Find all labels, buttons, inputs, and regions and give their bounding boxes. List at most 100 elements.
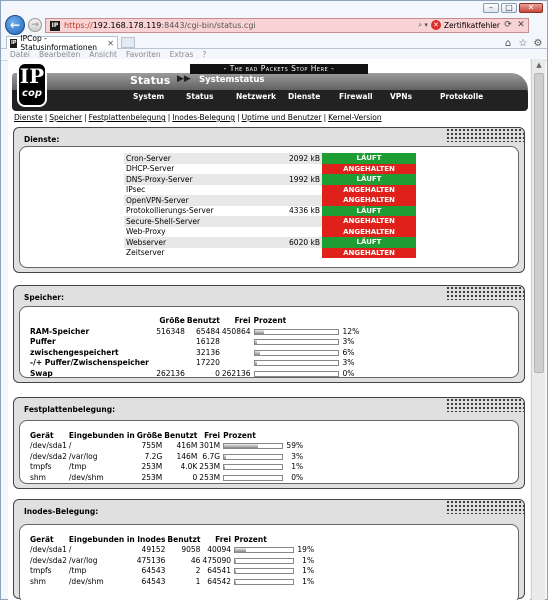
col-geraet: Gerät — [30, 430, 54, 440]
tab-ipcop-status[interactable]: IP IPCop - Statusinformationen ✕ — [6, 34, 118, 52]
tab-close-icon[interactable]: ✕ — [107, 39, 114, 48]
service-row: DNS-Proxy-Server 1992 kB LÄUFT — [124, 174, 416, 185]
percent: 19% — [297, 545, 315, 555]
usage-bar-fill — [235, 548, 247, 553]
menu-favoriten[interactable]: Favoriten — [126, 50, 161, 59]
memory-table: Größe Benutzt Frei Prozent RAM-Speicher 5… — [29, 315, 362, 379]
service-name: IPsec — [126, 185, 146, 195]
menu-help[interactable]: ? — [202, 50, 206, 59]
free: 301M — [199, 441, 221, 451]
memory-used: 16128 — [196, 337, 220, 347]
cert-error-icon[interactable]: ✕ — [430, 20, 441, 30]
minimize-button[interactable]: – — [483, 3, 499, 13]
title-bar: – □ ✕ — [1, 1, 547, 15]
total: 64543 — [141, 566, 166, 576]
service-memory — [268, 195, 322, 206]
memory-used: 32136 — [196, 347, 220, 357]
memory-free — [221, 337, 252, 348]
vertical-scrollbar[interactable]: ▲ — [531, 59, 545, 600]
nav-protokolle[interactable]: Protokolle — [440, 92, 483, 101]
nav-status[interactable]: Status — [186, 92, 213, 101]
used: 416M — [176, 441, 198, 451]
main-nav: System Status Netzwerk Dienste Firewall … — [12, 92, 528, 104]
home-icon[interactable]: ⌂ — [502, 38, 514, 50]
stop-icon[interactable]: ✕ — [516, 20, 526, 30]
nav-dienste[interactable]: Dienste — [288, 92, 320, 101]
inodes-row: /dev/sda2/var/log 475136 46 475090 1% — [29, 555, 315, 566]
device-name: tmpfs — [30, 462, 52, 472]
new-tab-button[interactable] — [121, 37, 135, 48]
percent: 3% — [291, 451, 304, 461]
nav-system[interactable]: System — [133, 92, 164, 101]
scroll-thumb[interactable] — [534, 73, 544, 373]
memory-label: RAM-Speicher — [30, 326, 90, 336]
nav-netzwerk[interactable]: Netzwerk — [236, 92, 276, 101]
close-window-button[interactable]: ✕ — [519, 3, 543, 13]
refresh-icon[interactable]: ⟳ — [503, 20, 513, 30]
link-speicher[interactable]: Speicher — [49, 113, 82, 122]
tab-row: IP IPCop - Statusinformationen ✕ ⌂ ☆ ⚙ — [1, 34, 547, 52]
memory-free: 262136 — [221, 368, 251, 378]
disk-row: shm/dev/shm 253M 0 253M 0% — [29, 472, 304, 483]
service-name: Webserver — [124, 237, 268, 248]
menu-extras[interactable]: Extras — [170, 50, 194, 59]
usage-bar-fill — [224, 454, 226, 459]
scroll-up-arrow-icon[interactable]: ▲ — [532, 59, 546, 71]
link-inodes-belegung[interactable]: Inodes-Belegung — [172, 113, 235, 122]
memory-size: 262136 — [156, 368, 185, 378]
service-status-badge: LÄUFT — [322, 174, 416, 185]
service-row: OpenVPN-Server ANGEHALTEN — [124, 195, 416, 206]
mount-point: /var/log — [68, 555, 98, 565]
nav-vpns[interactable]: VPNs — [390, 92, 412, 101]
link-dienste[interactable]: Dienste — [14, 113, 43, 122]
used: 146M — [176, 451, 198, 461]
cert-error-text[interactable]: Zertifikatfehler — [444, 21, 500, 30]
settings-gear-icon[interactable]: ⚙ — [532, 38, 544, 50]
search-dropdown-icon[interactable]: ⌕ ▾ — [418, 21, 428, 30]
memory-size — [150, 347, 186, 358]
favorites-star-icon[interactable]: ☆ — [517, 38, 529, 50]
total: 253M — [141, 462, 163, 472]
memory-size — [150, 337, 186, 348]
service-status-badge: LÄUFT — [322, 237, 416, 248]
free: 253M — [199, 462, 221, 472]
services-table: Cron-Server 2092 kB LÄUFT DHCP-Server ANGEHA… — [124, 153, 416, 258]
usage-bar — [223, 443, 284, 450]
link-festplattenbelegung[interactable]: Festplattenbelegung — [89, 113, 166, 122]
col-groesse: Größe — [159, 316, 185, 325]
device-name: /dev/sda1 — [30, 545, 67, 555]
memory-percent: 0% — [342, 368, 355, 378]
maximize-button[interactable]: □ — [501, 3, 517, 13]
usage-bar — [223, 453, 284, 460]
mount-point: / — [68, 441, 72, 451]
percent: 59% — [286, 441, 304, 451]
total: 64543 — [141, 576, 166, 586]
device-name: /dev/sda2 — [30, 451, 67, 461]
header-arrows: ▶▶ — [177, 74, 191, 84]
total: 475136 — [136, 555, 166, 565]
page-subtitle: Systemstatus — [199, 75, 265, 85]
link-kernel-version[interactable]: Kernel-Version — [328, 113, 381, 122]
service-row: DHCP-Server ANGEHALTEN — [124, 163, 416, 174]
service-name: Secure-Shell-Server — [124, 216, 268, 227]
percent: 0% — [291, 472, 304, 482]
memory-label: -/+ Puffer/Zwischenspeicher — [30, 358, 149, 368]
mount-point: /tmp — [68, 566, 87, 576]
usage-bar — [234, 557, 295, 564]
services-box: Dienste: Cron-Server 2092 kB LÄUFT DHCP-Ser… — [13, 127, 525, 273]
service-status-badge: ANGEHALTEN — [322, 216, 416, 227]
col-eingebunden: Eingebunden in — [68, 430, 135, 440]
service-memory — [268, 248, 322, 259]
usage-bar-fill — [235, 579, 236, 584]
memory-percent: 6% — [342, 347, 355, 357]
usage-bar — [253, 370, 339, 377]
nav-firewall[interactable]: Firewall — [339, 92, 373, 101]
address-bar[interactable]: IP https://192.168.178.119:8443/cgi-bin/… — [45, 18, 529, 33]
back-button[interactable]: ← — [5, 15, 25, 35]
service-status-badge: LÄUFT — [322, 205, 416, 216]
link-uptime[interactable]: Uptime und Benutzer — [242, 113, 322, 122]
inodes-title: Inodes-Belegung: — [24, 507, 99, 516]
memory-row: Swap 262136 0 262136 0% — [29, 368, 362, 379]
percent: 1% — [291, 462, 304, 472]
forward-button[interactable]: → — [28, 18, 42, 32]
